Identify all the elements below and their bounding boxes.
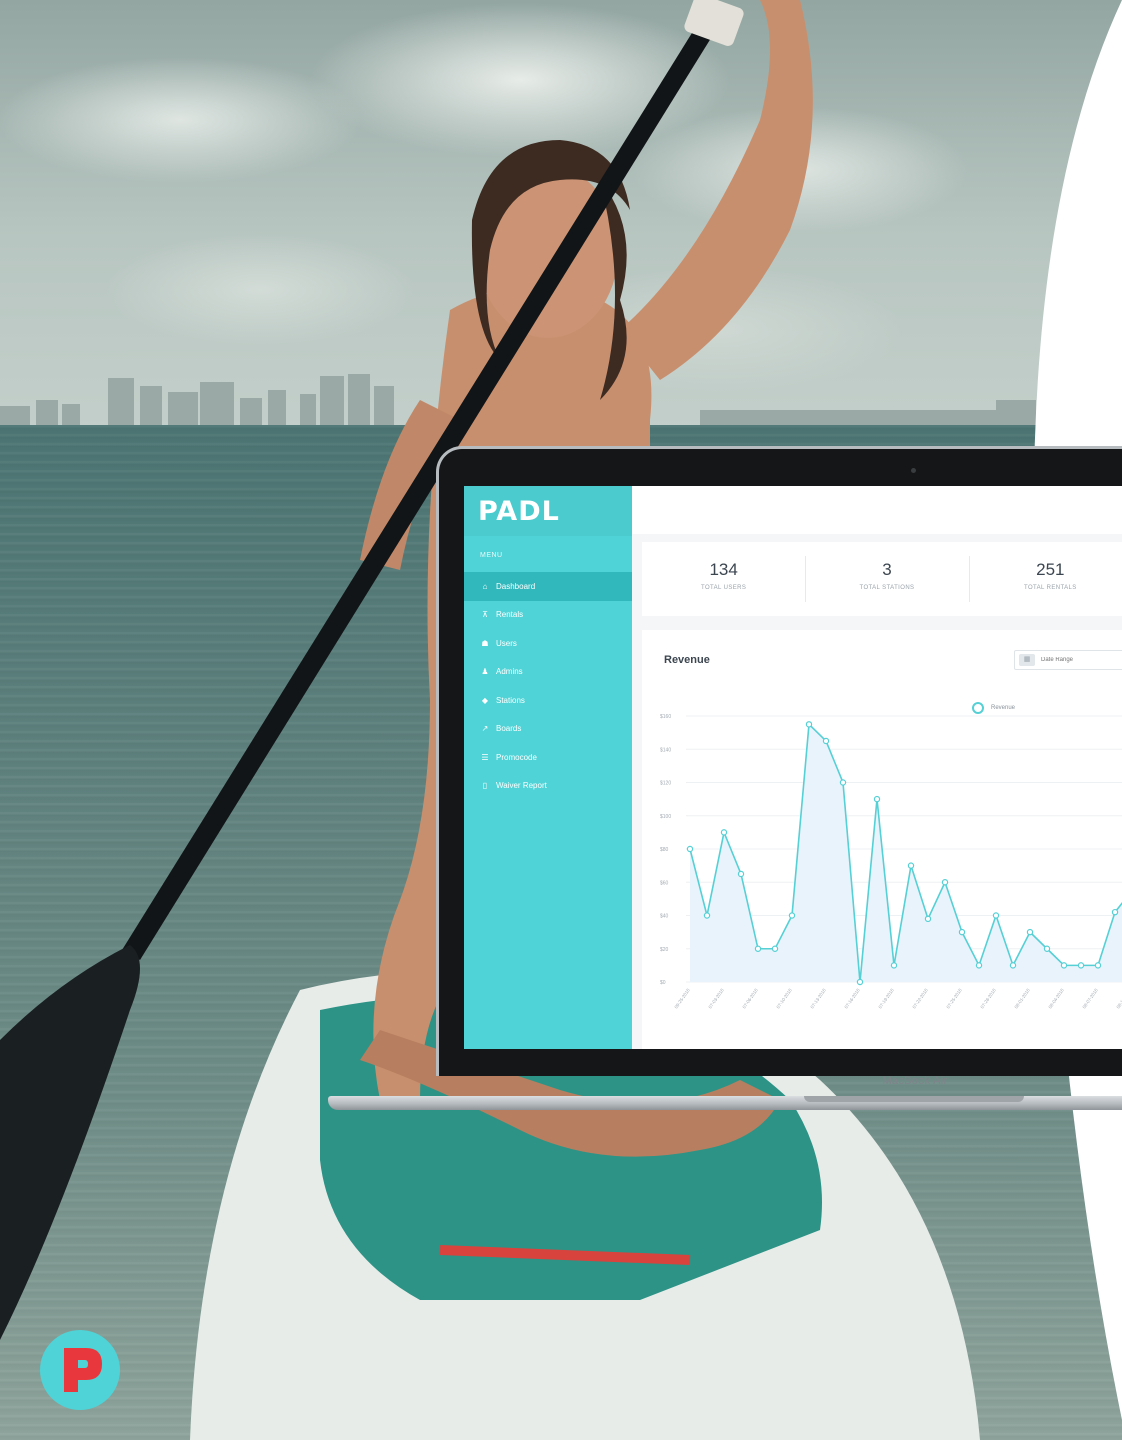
y-tick-label: $160 xyxy=(660,714,671,720)
users-icon: ☗ xyxy=(481,638,489,648)
y-tick-label: $60 xyxy=(660,880,669,886)
y-tick-label: $20 xyxy=(660,947,669,953)
list-icon: ☰ xyxy=(481,752,489,762)
dashboard-screen: PADL MENU ⌂ Dashboard ⊼ Rentals ☗ Users ♟ Admin… xyxy=(464,486,1122,1049)
data-point[interactable] xyxy=(703,912,711,919)
data-point[interactable] xyxy=(907,862,915,869)
x-tick-label: 07-16-2018 xyxy=(844,987,862,1009)
stat-total-rentals: 251 TOTAL RENTALS xyxy=(968,542,1122,616)
sidebar-nav: ⌂ Dashboard ⊼ Rentals ☗ Users ♟ Admins ◆ Stations… xyxy=(464,572,632,800)
y-tick-label: $0 xyxy=(660,980,666,986)
x-tick-label: 07-06-2018 xyxy=(742,987,760,1009)
x-tick-label: 07-22-2018 xyxy=(912,987,930,1009)
stat-label: TOTAL STATIONS xyxy=(859,585,915,591)
stat-total-users: 134 TOTAL USERS xyxy=(642,542,805,616)
x-tick-label: 08-10-2018 xyxy=(1116,987,1122,1009)
sidebar-item-promocode[interactable]: ☰ Promocode xyxy=(464,743,632,772)
chart-line-icon: ↗ xyxy=(481,724,489,734)
stat-label: TOTAL USERS xyxy=(701,585,747,591)
data-point[interactable] xyxy=(856,978,864,986)
document-icon: ▯ xyxy=(482,781,488,791)
data-point[interactable] xyxy=(1111,908,1119,916)
x-tick-label: 07-13-2018 xyxy=(810,987,828,1009)
sidebar-item-rentals[interactable]: ⊼ Rentals xyxy=(464,601,632,630)
data-point[interactable] xyxy=(1077,962,1085,969)
data-point[interactable] xyxy=(1043,945,1051,952)
x-tick-label: 07-25-2018 xyxy=(946,987,964,1009)
sidebar: PADL MENU ⌂ Dashboard ⊼ Rentals ☗ Users ♟ Admin… xyxy=(464,486,632,1049)
data-point[interactable] xyxy=(822,737,830,745)
data-point[interactable] xyxy=(958,928,966,936)
revenue-card: Revenue ▦ Revenue $160$140$120$100$80$60… xyxy=(642,630,1122,1049)
laptop-hinge-notch xyxy=(804,1096,1024,1102)
data-point[interactable] xyxy=(771,945,779,952)
x-tick-label: 09-25-2018 xyxy=(674,987,692,1009)
data-point[interactable] xyxy=(975,962,983,969)
sidebar-item-waiver-report[interactable]: ▯ Waiver Report xyxy=(464,772,632,801)
data-point[interactable] xyxy=(890,962,898,969)
data-point[interactable] xyxy=(839,779,847,786)
revenue-chart: $160 $140 $120 $100 $80 $60 $40 $20 $0 09-25-2018… xyxy=(660,714,1122,1009)
data-point[interactable] xyxy=(754,945,762,952)
y-tick-label: $100 xyxy=(660,814,671,820)
data-point[interactable] xyxy=(805,721,813,728)
x-tick-label: 07-10-2018 xyxy=(776,987,794,1009)
data-point[interactable] xyxy=(686,845,694,853)
stat-label: TOTAL RENTALS xyxy=(1023,585,1077,591)
y-tick-label: $140 xyxy=(660,747,671,753)
stat-value: 251 xyxy=(1036,560,1065,579)
cart-icon: ⊼ xyxy=(482,610,488,620)
data-point[interactable] xyxy=(1009,962,1017,969)
data-point[interactable] xyxy=(1026,928,1034,936)
data-point[interactable] xyxy=(924,915,932,923)
top-bar xyxy=(632,486,1122,534)
data-point[interactable] xyxy=(1060,962,1068,969)
sidebar-item-dashboard[interactable]: ⌂ Dashboard xyxy=(464,572,632,601)
laptop-model-label: MacBook Air xyxy=(882,1075,948,1087)
laptop-camera xyxy=(911,468,916,473)
x-tick-label: 07-19-2018 xyxy=(878,987,896,1009)
sidebar-item-label: Stations xyxy=(496,695,525,705)
padl-logo-badge xyxy=(40,1330,120,1410)
stat-value: 3 xyxy=(882,560,892,579)
stats-row: 134 TOTAL USERS 3 TOTAL STATIONS 251 TOTAL RE… xyxy=(642,542,1122,616)
y-tick-label: $40 xyxy=(660,914,669,920)
data-point[interactable] xyxy=(788,912,796,919)
sidebar-item-label: Rentals xyxy=(496,610,524,620)
data-point[interactable] xyxy=(941,879,949,886)
stat-value: 134 xyxy=(709,560,738,579)
x-tick-label: 08-04-2018 xyxy=(1048,987,1066,1009)
sidebar-item-users[interactable]: ☗ Users xyxy=(464,629,632,658)
sidebar-item-label: Users xyxy=(496,638,517,648)
data-point[interactable] xyxy=(1094,962,1102,969)
data-point[interactable] xyxy=(992,912,1000,919)
sidebar-item-label: Admins xyxy=(496,667,523,677)
menu-label: MENU xyxy=(480,552,503,559)
dashboard-icon: ⌂ xyxy=(482,581,488,591)
brand-logo[interactable]: PADL xyxy=(478,496,560,527)
sidebar-item-label: Boards xyxy=(496,724,522,734)
sidebar-item-label: Dashboard xyxy=(496,581,536,591)
data-point[interactable] xyxy=(737,870,745,878)
sidebar-item-admins[interactable]: ♟ Admins xyxy=(464,658,632,687)
stat-total-stations: 3 TOTAL STATIONS xyxy=(805,542,968,616)
sidebar-item-stations[interactable]: ◆ Stations xyxy=(464,686,632,715)
x-tick-label: 07-28-2018 xyxy=(980,987,998,1009)
data-point[interactable] xyxy=(873,795,881,803)
admin-icon: ♟ xyxy=(481,667,489,677)
sidebar-item-label: Promocode xyxy=(496,752,537,762)
station-icon: ◆ xyxy=(481,695,489,705)
y-tick-label: $80 xyxy=(660,847,669,853)
revenue-area xyxy=(690,724,1122,982)
data-point[interactable] xyxy=(720,829,728,836)
padl-p-icon xyxy=(64,1348,102,1392)
x-tick-label: 07-03-2018 xyxy=(708,987,726,1009)
sidebar-item-label: Waiver Report xyxy=(496,781,547,791)
sidebar-item-boards[interactable]: ↗ Boards xyxy=(464,715,632,744)
y-tick-label: $120 xyxy=(660,781,671,787)
x-tick-label: 08-01-2018 xyxy=(1014,987,1032,1009)
x-tick-label: 08-07-2018 xyxy=(1082,987,1100,1009)
